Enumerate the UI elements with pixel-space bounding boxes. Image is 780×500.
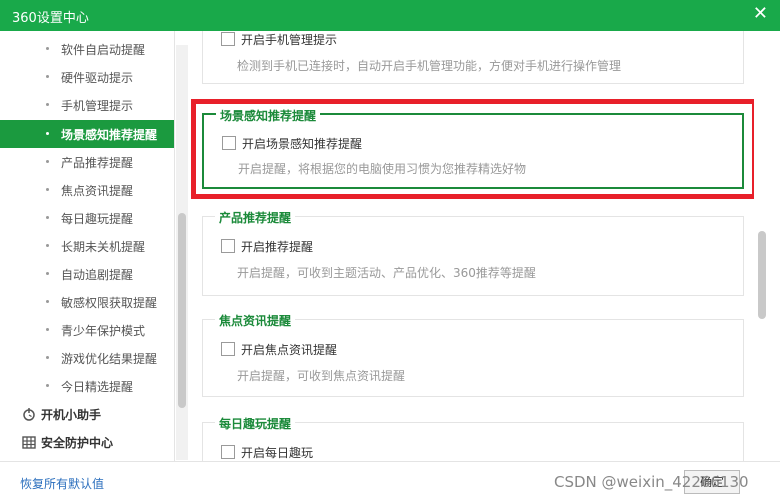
title-bar: 360设置中心 ✕ — [0, 0, 780, 31]
bullet-icon — [46, 103, 49, 106]
bullet-icon — [46, 216, 49, 219]
sidebar-item-long-uptime[interactable]: 长期未关机提醒 — [0, 232, 174, 260]
sidebar-item-label: 焦点资讯提醒 — [61, 184, 134, 198]
sidebar-item-today-pick[interactable]: 今日精选提醒 — [0, 372, 174, 400]
sidebar-item-label: 青少年保护模式 — [61, 324, 146, 338]
sidebar-item-label: 手机管理提示 — [61, 99, 134, 113]
sidebar-item-product-recommend[interactable]: 产品推荐提醒 — [0, 148, 174, 176]
footer: 恢复所有默认值 确定 CSDN @weixin_42266130 — [0, 461, 780, 500]
window-title: 360设置中心 — [12, 11, 89, 26]
bullet-icon — [46, 356, 49, 359]
checkbox-label: 开启手机管理提示 — [241, 33, 338, 47]
sidebar-item-label: 场景感知推荐提醒 — [61, 128, 158, 142]
sidebar-item-label: 软件自启动提醒 — [61, 43, 146, 57]
content-scrollbar-thumb[interactable] — [758, 231, 766, 319]
bullet-icon — [46, 300, 49, 303]
bullet-icon — [46, 328, 49, 331]
sidebar-item-label: 敏感权限获取提醒 — [61, 296, 158, 310]
sidebar-item-software-autostart[interactable]: 软件自启动提醒 — [0, 35, 174, 63]
checkbox-box[interactable] — [221, 239, 235, 253]
sidebar-item-game-optimize[interactable]: 游戏优化结果提醒 — [0, 344, 174, 372]
bullet-icon — [46, 244, 49, 247]
sidebar-group-boot-assistant[interactable]: 开机小助手 — [0, 400, 174, 428]
red-highlight-box — [191, 99, 757, 199]
content-scrollbar[interactable] — [754, 31, 780, 461]
sidebar: 软件自启动提醒 硬件驱动提示 手机管理提示 场景感知推荐提醒 产品推荐提醒 焦点… — [0, 31, 175, 461]
close-icon[interactable]: ✕ — [753, 3, 768, 25]
sidebar-item-teen-mode[interactable]: 青少年保护模式 — [0, 316, 174, 344]
sidebar-item-scene-recommend[interactable]: 场景感知推荐提醒 — [0, 120, 174, 148]
sidebar-item-label: 长期未关机提醒 — [61, 240, 146, 254]
shield-grid-icon — [22, 436, 36, 449]
sidebar-group-security-center[interactable]: 安全防护中心 — [0, 428, 174, 456]
sidebar-item-label: 每日趣玩提醒 — [61, 212, 134, 226]
power-clock-icon — [23, 408, 35, 421]
sidebar-item-daily-fun[interactable]: 每日趣玩提醒 — [0, 204, 174, 232]
section-phone-manage: 开启手机管理提示 检测到手机已连接时，自动开启手机管理功能，方便对手机进行操作管… — [202, 31, 744, 84]
bullet-icon — [46, 75, 49, 78]
sidebar-scrollbar[interactable] — [176, 45, 188, 460]
watermark: CSDN @weixin_42266130 — [554, 473, 749, 491]
sidebar-item-label: 今日精选提醒 — [61, 380, 134, 394]
section-daily-fun: 每日趣玩提醒 开启每日趣玩 — [202, 415, 744, 461]
checkbox-label: 开启推荐提醒 — [241, 240, 314, 254]
section-legend: 产品推荐提醒 — [215, 209, 296, 226]
bullet-icon — [46, 132, 49, 135]
bullet-icon — [46, 272, 49, 275]
sidebar-item-label: 游戏优化结果提醒 — [61, 352, 158, 366]
sidebar-item-phone-manage[interactable]: 手机管理提示 — [0, 91, 174, 119]
sidebar-scrollbar-thumb[interactable] — [178, 213, 186, 408]
section-legend: 每日趣玩提醒 — [215, 415, 296, 432]
checkbox-label: 开启每日趣玩 — [241, 446, 314, 460]
section-description: 开启提醒，可收到主题活动、产品优化、360推荐等提醒 — [237, 266, 536, 280]
bullet-icon — [46, 47, 49, 50]
section-description: 开启提醒，可收到焦点资讯提醒 — [237, 369, 406, 383]
sidebar-item-focus-news[interactable]: 焦点资讯提醒 — [0, 176, 174, 204]
bullet-icon — [46, 188, 49, 191]
sidebar-item-label: 自动追剧提醒 — [61, 268, 134, 282]
checkbox-label: 开启焦点资讯提醒 — [241, 343, 338, 357]
restore-defaults-link[interactable]: 恢复所有默认值 — [20, 475, 104, 492]
section-product-recommend: 产品推荐提醒 开启推荐提醒 开启提醒，可收到主题活动、产品优化、360推荐等提醒 — [202, 209, 744, 296]
section-legend: 焦点资讯提醒 — [215, 312, 296, 329]
checkbox-box[interactable] — [221, 32, 235, 46]
settings-content: 开启手机管理提示 检测到手机已连接时，自动开启手机管理功能，方便对手机进行操作管… — [189, 31, 780, 461]
sidebar-item-label: 硬件驱动提示 — [61, 71, 134, 85]
sidebar-item-auto-drama[interactable]: 自动追剧提醒 — [0, 260, 174, 288]
section-description: 检测到手机已连接时，自动开启手机管理功能，方便对手机进行操作管理 — [237, 59, 622, 73]
section-focus-news: 焦点资讯提醒 开启焦点资讯提醒 开启提醒，可收到焦点资讯提醒 — [202, 312, 744, 397]
checkbox-box[interactable] — [221, 445, 235, 459]
sidebar-item-sensitive-permission[interactable]: 敏感权限获取提醒 — [0, 288, 174, 316]
sidebar-item-hardware-driver[interactable]: 硬件驱动提示 — [0, 63, 174, 91]
sidebar-group-label: 安全防护中心 — [41, 436, 114, 450]
bullet-icon — [46, 384, 49, 387]
checkbox-box[interactable] — [221, 342, 235, 356]
bullet-icon — [46, 160, 49, 163]
sidebar-group-label: 开机小助手 — [41, 408, 102, 422]
sidebar-item-label: 产品推荐提醒 — [61, 156, 134, 170]
